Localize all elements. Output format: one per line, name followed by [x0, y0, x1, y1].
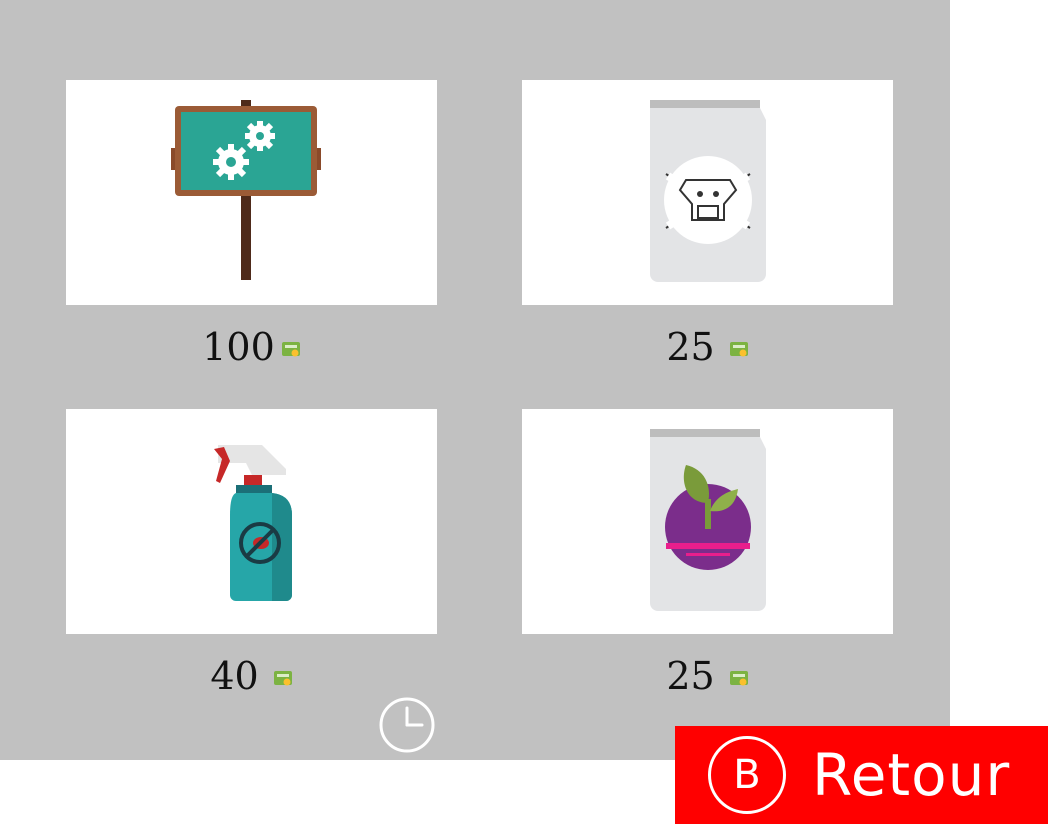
back-button-key: B	[733, 752, 761, 798]
shop-item-insecticide-spray[interactable]	[66, 409, 437, 634]
price-label: 25	[522, 651, 893, 701]
cash-icon	[729, 342, 748, 357]
price-value: 25	[666, 325, 715, 369]
shop-panel: 100 25 40 25	[0, 0, 950, 760]
bug-spray-bottle-icon	[213, 444, 292, 601]
price-label: 40	[66, 651, 437, 701]
shop-item-poison-bag[interactable]	[522, 80, 893, 305]
back-button-label: Retour	[812, 741, 1011, 809]
shop-item-sign-board[interactable]	[66, 80, 437, 305]
shop-item-seed-bag[interactable]	[522, 409, 893, 634]
price-value: 25	[666, 654, 715, 698]
gear-sign-board-icon	[170, 100, 321, 280]
price-value: 40	[210, 654, 259, 698]
price-label: 100	[66, 322, 437, 372]
price-value: 100	[202, 325, 275, 369]
cash-icon	[273, 671, 292, 686]
back-button[interactable]: B Retour	[675, 726, 1048, 824]
skull-crossbones-bag-icon	[649, 99, 766, 282]
cash-icon	[281, 342, 300, 357]
b-key-icon: B	[708, 736, 786, 814]
plum-seed-bag-icon	[649, 428, 766, 611]
cash-icon	[729, 671, 748, 686]
clock-icon	[379, 697, 435, 753]
price-label: 25	[522, 322, 893, 372]
